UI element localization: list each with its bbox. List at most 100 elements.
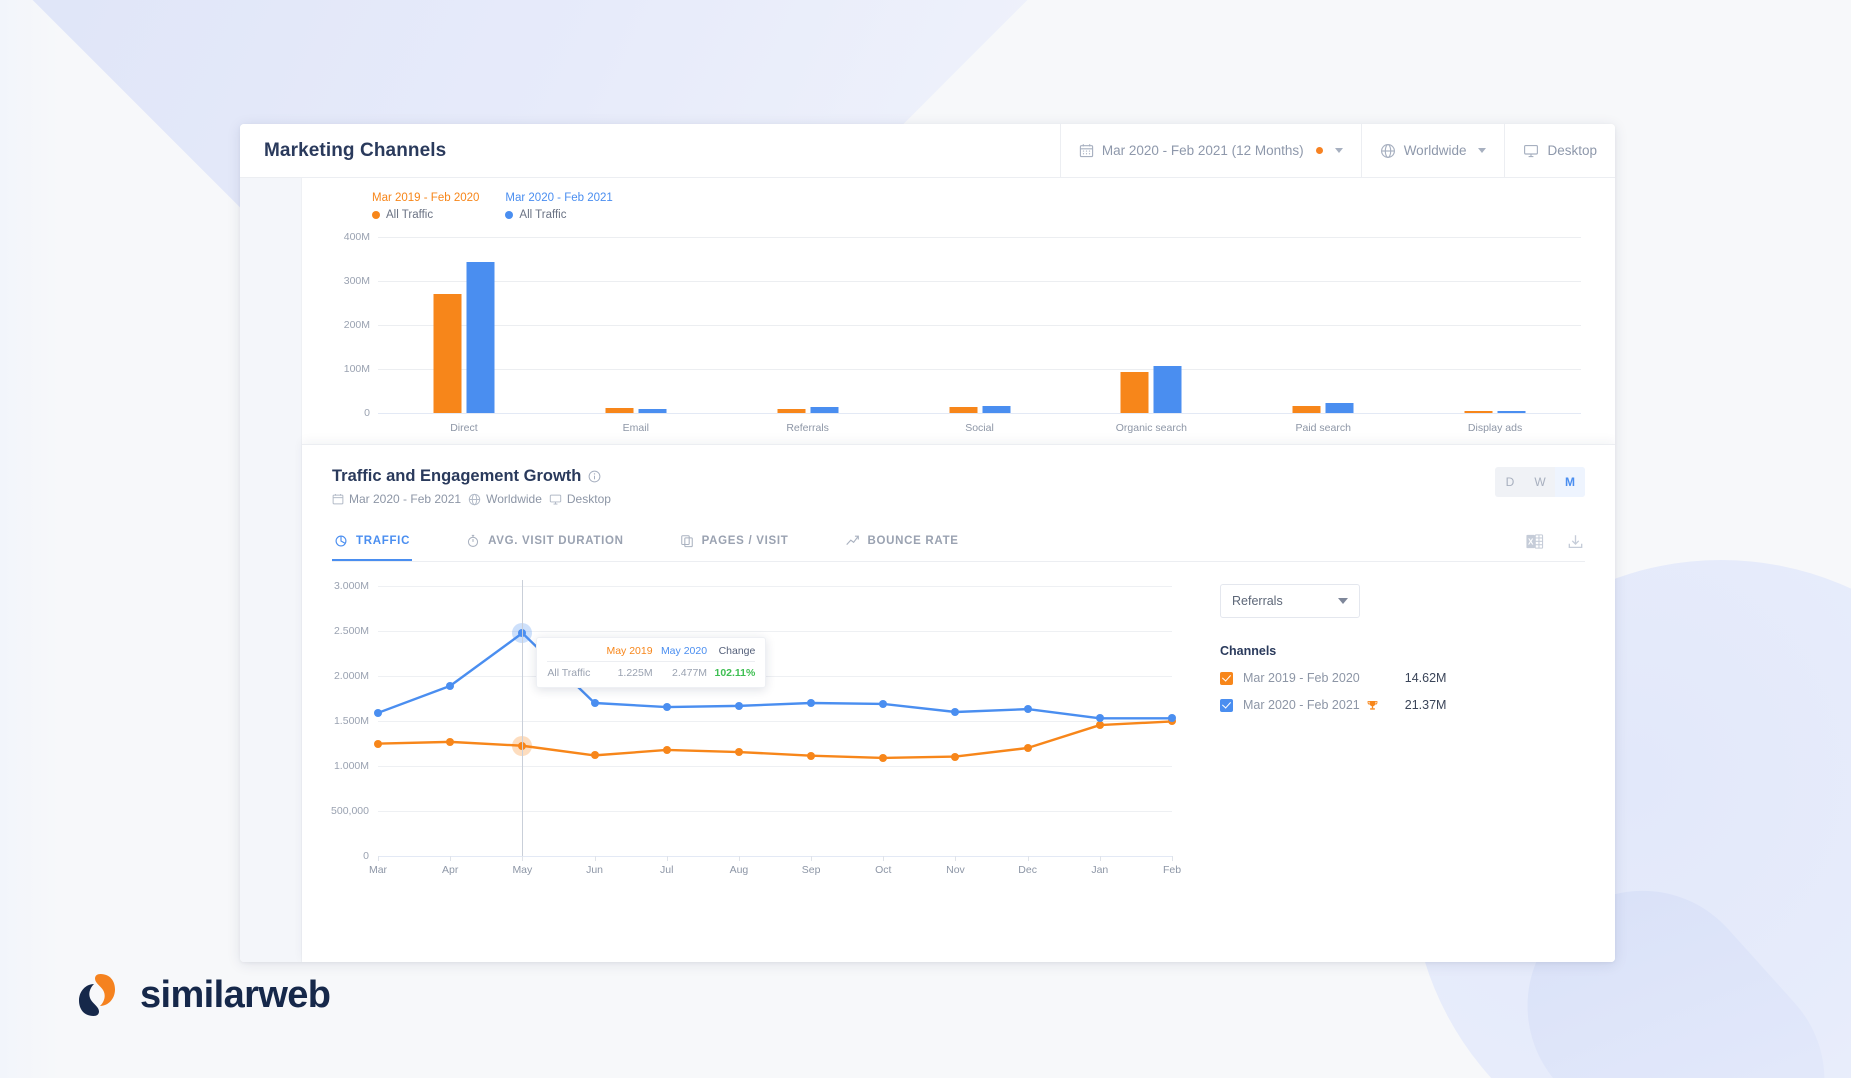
growth-title-row: Traffic and Engagement Growth <box>332 467 611 486</box>
bar-group[interactable]: Referrals <box>777 237 839 434</box>
similarweb-brand: similarweb <box>70 968 331 1022</box>
bar-category-label: Social <box>965 422 994 434</box>
channel-row-2019[interactable]: Mar 2019 - Feb 2020 14.62M <box>1220 671 1446 685</box>
data-point[interactable] <box>374 739 382 748</box>
data-point[interactable] <box>374 708 382 717</box>
bar[interactable] <box>982 406 1010 413</box>
info-icon[interactable] <box>588 470 601 483</box>
tab-pages-per-visit[interactable]: PAGES / VISIT <box>678 534 809 560</box>
granularity-option-m[interactable]: M <box>1555 467 1585 497</box>
bar[interactable] <box>605 408 634 413</box>
data-point[interactable] <box>662 745 671 754</box>
growth-date: Mar 2020 - Feb 2021 <box>332 492 461 506</box>
data-point[interactable] <box>1168 714 1176 723</box>
data-point[interactable] <box>734 701 743 710</box>
bar[interactable] <box>638 409 667 413</box>
tab-avg-visit-duration[interactable]: AVG. VISIT DURATION <box>464 534 644 560</box>
line-y-tick-label: 3.000M <box>333 580 369 592</box>
bar[interactable] <box>777 408 806 413</box>
bar[interactable] <box>810 406 839 413</box>
channel-checkbox[interactable] <box>1220 671 1233 685</box>
legend-item: Mar 2019 - Feb 2020 All Traffic <box>372 192 479 221</box>
x-tick <box>811 856 813 861</box>
bar-plot-area: 0 100M 200M 300M 400M Direct Email Referrals Soc… <box>344 231 1581 434</box>
bar[interactable] <box>1153 365 1182 413</box>
globe-icon <box>468 493 481 506</box>
tooltip-header-2020: May 2020 <box>652 645 708 663</box>
bar[interactable] <box>1325 402 1354 413</box>
x-tick-label: Jan <box>1091 864 1109 876</box>
bar[interactable] <box>1497 411 1526 413</box>
bar-chart-legend: Mar 2019 - Feb 2020 All Traffic Mar 2020… <box>372 192 1585 221</box>
tooltip-row-label: All Traffic <box>547 667 591 680</box>
channel-select[interactable]: Referrals <box>1220 584 1360 618</box>
x-tick <box>522 856 524 861</box>
device-selector[interactable]: Desktop <box>1504 124 1615 178</box>
line-gridline: 0 <box>363 850 1172 862</box>
line-y-tick-label: 1.500M <box>333 715 369 727</box>
traffic-engagement-growth-panel: Traffic and Engagement Growth Mar 2020 -… <box>302 444 1615 962</box>
x-tick-label: Dec <box>1018 864 1037 876</box>
tab-bounce-rate[interactable]: BOUNCE RATE <box>843 533 979 560</box>
download-icon[interactable] <box>1566 532 1585 551</box>
trend-icon <box>845 533 860 548</box>
excel-icon[interactable]: X <box>1525 532 1544 551</box>
bar[interactable] <box>1120 371 1149 413</box>
growth-title: Traffic and Engagement Growth <box>332 467 582 485</box>
card-content: Mar 2019 - Feb 2020 All Traffic Mar 2020… <box>302 178 1615 962</box>
data-point[interactable] <box>734 748 743 757</box>
data-point[interactable] <box>1023 705 1032 714</box>
tab-traffic[interactable]: TRAFFIC <box>332 534 430 561</box>
data-point[interactable] <box>807 699 816 707</box>
x-tick-label: Aug <box>729 864 749 876</box>
data-point[interactable] <box>951 708 960 716</box>
x-tick-label: Mar <box>368 864 388 876</box>
chart-tooltip: May 2019 May 2020 Change All Traffic 1.2… <box>536 637 767 689</box>
growth-country-label: Worldwide <box>486 492 542 506</box>
tab-label: PAGES / VISIT <box>701 534 789 547</box>
bar[interactable] <box>466 262 495 413</box>
tooltip-header-2019: May 2019 <box>598 645 653 663</box>
bar[interactable] <box>1464 411 1493 413</box>
legend-bullet-icon <box>505 211 514 219</box>
x-tick-label: May <box>512 864 533 876</box>
bar-group[interactable]: Direct <box>433 237 495 434</box>
date-range-label: Mar 2020 - Feb 2021 (12 Months) <box>1101 143 1304 158</box>
channel-row-2020[interactable]: Mar 2020 - Feb 2021 21.37M <box>1220 698 1446 712</box>
data-point[interactable] <box>446 681 455 690</box>
bar[interactable] <box>949 406 977 413</box>
channel-checkbox[interactable] <box>1220 698 1233 712</box>
data-point[interactable] <box>590 699 599 707</box>
bar-group[interactable]: Social <box>949 237 1010 434</box>
x-tick <box>1172 856 1173 861</box>
left-gutter <box>240 178 302 962</box>
bar-category-label: Email <box>622 422 649 434</box>
country-selector[interactable]: Worldwide <box>1360 124 1505 178</box>
svg-text:X: X <box>1528 538 1534 547</box>
data-point[interactable] <box>590 751 599 760</box>
bar-group[interactable]: Paid search <box>1292 237 1354 434</box>
granularity-option-w[interactable]: W <box>1525 467 1555 497</box>
granularity-option-d[interactable]: D <box>1495 467 1525 497</box>
data-point[interactable] <box>446 737 455 746</box>
line-y-tick-label: 2.000M <box>333 670 369 682</box>
brand-name: similarweb <box>140 973 331 1016</box>
data-point[interactable] <box>662 703 671 712</box>
data-point[interactable] <box>879 753 888 762</box>
data-point[interactable] <box>1023 744 1032 752</box>
bar-group[interactable]: Display ads <box>1464 237 1526 434</box>
bar-group[interactable]: Organic search <box>1116 237 1187 434</box>
growth-device: Desktop <box>549 492 611 506</box>
chevron-down-icon <box>1478 148 1487 153</box>
bar[interactable] <box>1292 405 1321 413</box>
data-point[interactable] <box>807 751 816 760</box>
bar[interactable] <box>433 293 462 413</box>
bar-group[interactable]: Email <box>605 237 667 434</box>
data-point[interactable] <box>879 699 888 708</box>
data-point[interactable] <box>1095 714 1104 723</box>
date-range-selector[interactable]: Mar 2020 - Feb 2021 (12 Months) <box>1059 124 1361 178</box>
device-label: Desktop <box>1547 143 1597 158</box>
tab-actions: X <box>1525 532 1585 561</box>
legend-bullet-icon <box>372 211 380 219</box>
data-point[interactable] <box>951 752 960 761</box>
